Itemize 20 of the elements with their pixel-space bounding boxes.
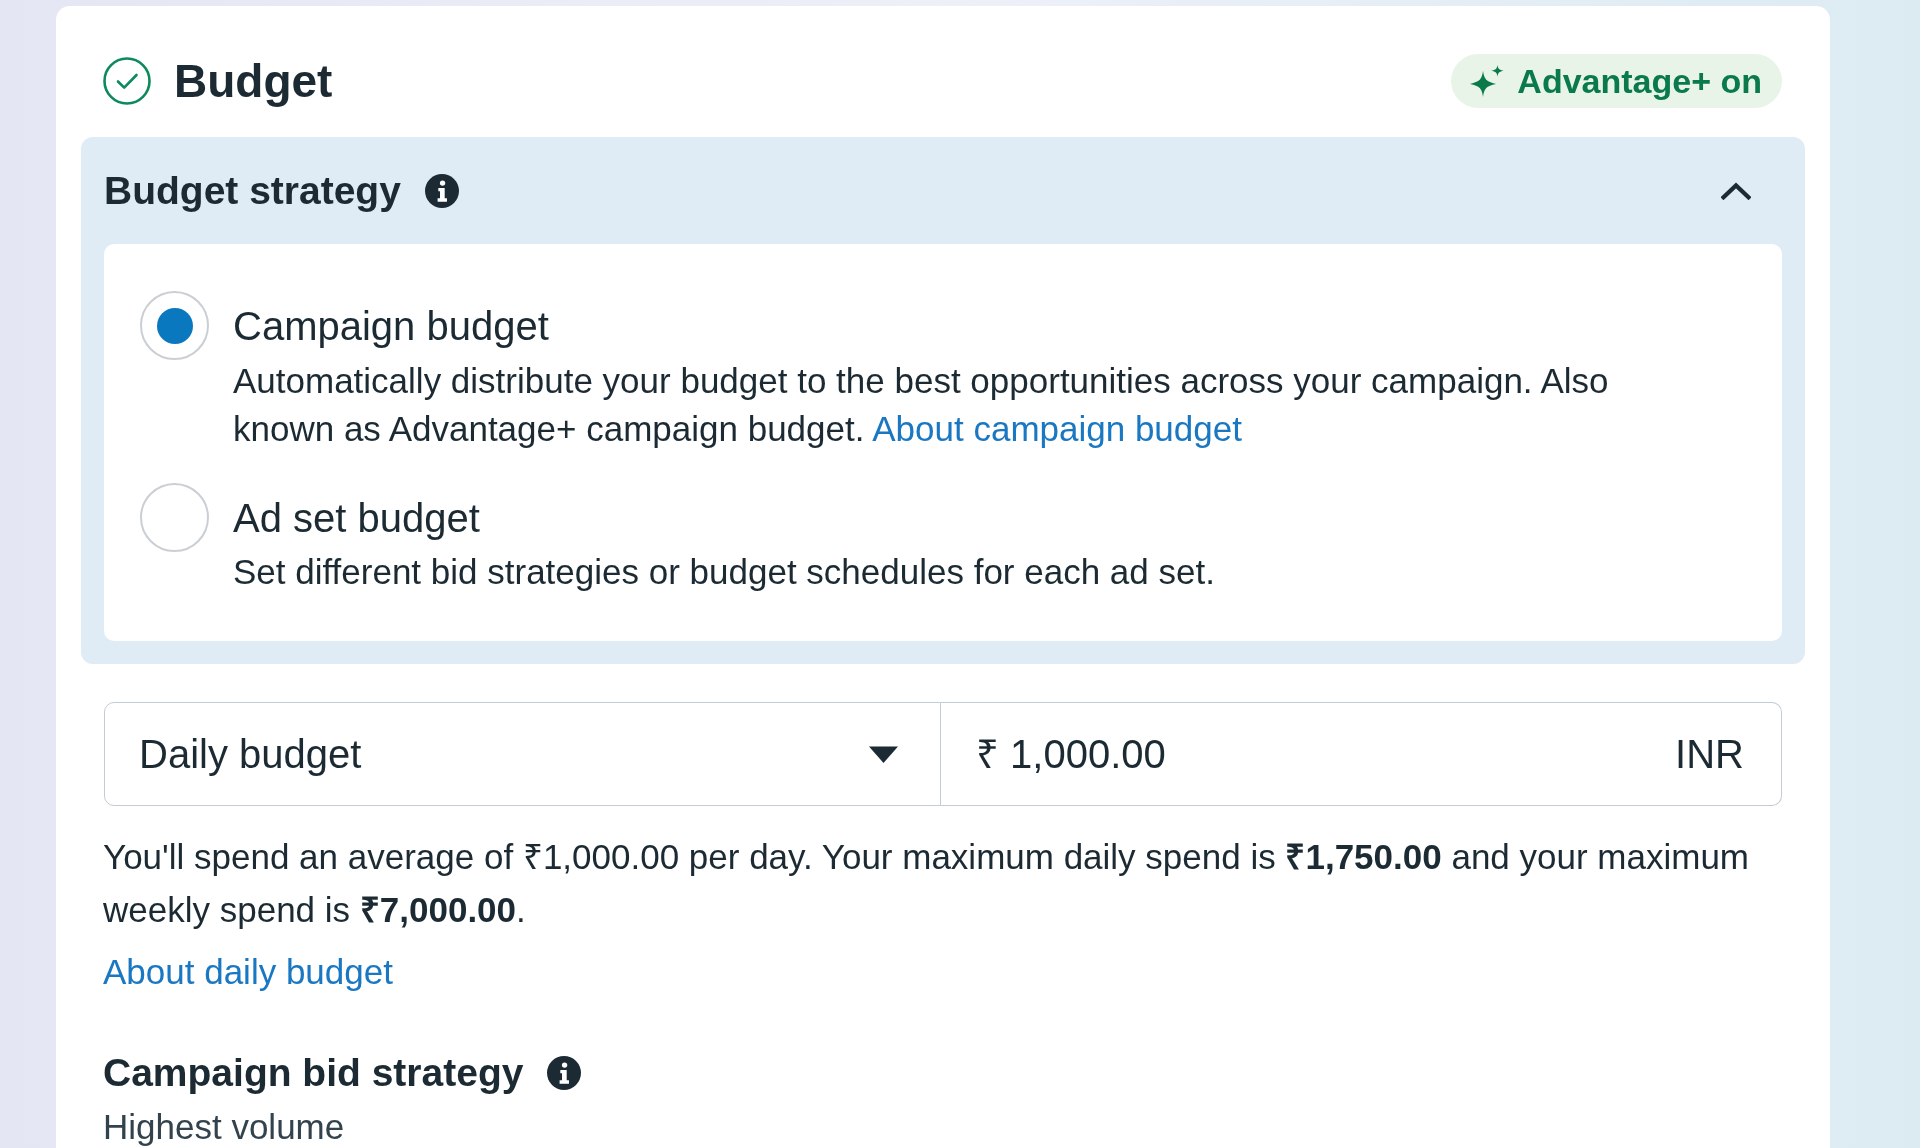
budget-type-select[interactable]: Daily budget xyxy=(104,702,941,806)
bid-strategy-value: Highest volume xyxy=(103,1109,345,1145)
sparkle-icon xyxy=(1470,65,1505,97)
info-icon[interactable] xyxy=(424,173,459,208)
amount-field[interactable]: ₹ 1,000.00 INR xyxy=(941,702,1782,806)
bid-strategy-title: Campaign bid strategy xyxy=(103,1050,524,1096)
caret-down-icon xyxy=(868,744,899,764)
option-description: Automatically distribute your budget to the best opportunities across your campaign. Also known as Advantage+ campaign budget. About campaign budget xyxy=(233,360,1610,450)
badge-label: Advantage+ on xyxy=(1517,60,1762,102)
budget-summary: You'll spend an average of ₹1,000.00 per day. Your maximum daily spend is ₹1,750.00 and your maximum weekly spend is ₹7,000.00. xyxy=(103,836,1750,931)
panel-title: Budget strategy xyxy=(104,167,401,214)
option-label: Ad set budget xyxy=(233,494,480,542)
about-campaign-budget-link[interactable]: About campaign budget xyxy=(872,409,1242,448)
about-daily-budget-link[interactable]: About daily budget xyxy=(103,952,393,991)
currency-code: INR xyxy=(1675,731,1744,778)
option-label: Campaign budget xyxy=(233,302,549,350)
chevron-up-icon[interactable] xyxy=(1721,181,1751,200)
option-description: Set different bid strategies or budget schedules for each ad set. xyxy=(233,551,1215,593)
info-icon[interactable] xyxy=(547,1056,582,1090)
section-title: Budget xyxy=(174,54,333,108)
